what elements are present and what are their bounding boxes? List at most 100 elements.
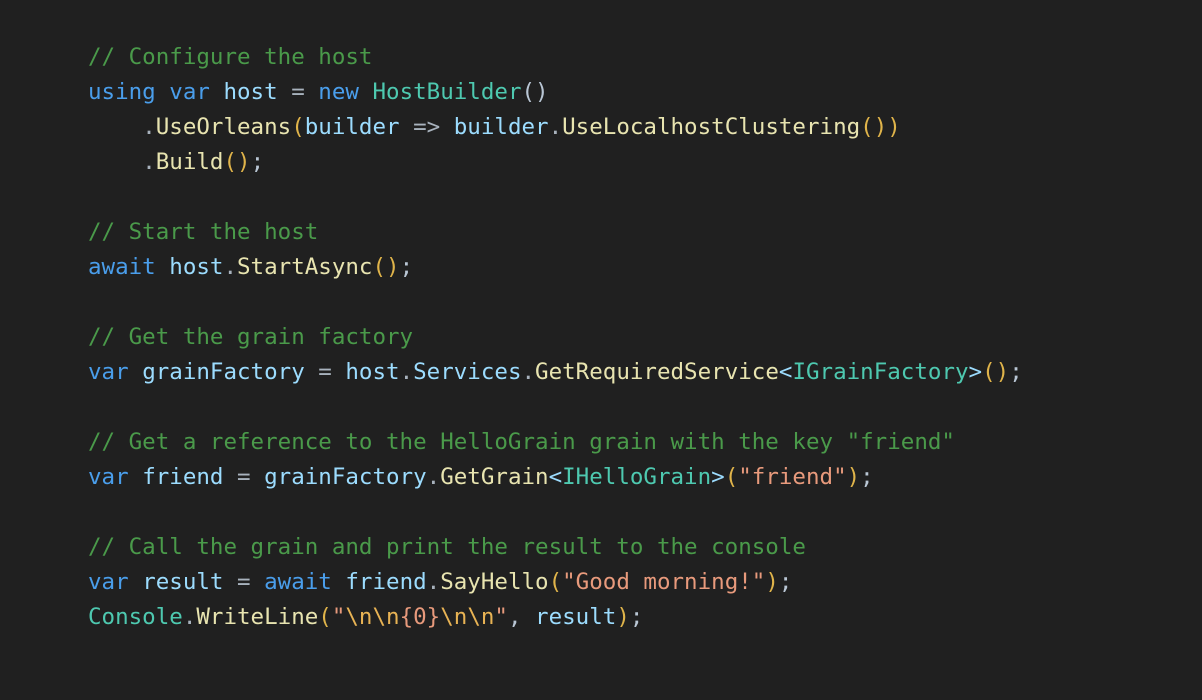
code-token-keyword: var — [169, 79, 210, 105]
code-token-var: friend — [142, 464, 224, 490]
code-token-var: host — [345, 359, 400, 385]
code-token-comment: // Get the grain factory — [88, 324, 414, 350]
code-token-comment: // Configure the host — [88, 44, 373, 70]
code-token-method: WriteLine — [196, 604, 319, 630]
code-token-op: => — [413, 114, 441, 140]
code-token-keyword: new — [318, 79, 359, 105]
code-token-punct: ) — [535, 79, 549, 105]
code-token-punct: ; — [1009, 359, 1023, 385]
code-token-method: GetGrain — [440, 464, 549, 490]
code-line: // Get a reference to the HelloGrain gra… — [88, 425, 1202, 460]
code-token-escape: \n — [345, 604, 373, 630]
code-token-type: IGrainFactory — [792, 359, 969, 385]
code-token-keyword: var — [88, 359, 129, 385]
code-token-op: . — [426, 464, 441, 490]
code-token-paren: ( — [548, 569, 563, 595]
code-line: // Call the grain and print the result t… — [88, 530, 1202, 565]
code-token-var: builder — [453, 114, 549, 140]
code-token-op: = — [318, 359, 332, 385]
code-token-op: . — [521, 359, 536, 385]
code-token-keyword: var — [88, 464, 129, 490]
code-token-op: = — [237, 569, 251, 595]
code-token-paren: ) — [765, 569, 779, 595]
code-token-method: StartAsync — [237, 254, 373, 280]
code-token-var: < — [778, 359, 793, 385]
code-token-string: " — [331, 604, 346, 630]
code-token-punct: , — [507, 604, 522, 630]
code-block: // Configure the host using var host = ne… — [88, 40, 1202, 635]
code-token-var: > — [711, 464, 725, 490]
code-token-comment: // Get a reference to the HelloGrain gra… — [88, 429, 955, 455]
code-token-string: {0} — [399, 604, 441, 630]
code-token-punct: ( — [521, 79, 536, 105]
code-line: Console.WriteLine("\n\n{0}\n\n", result)… — [88, 600, 1202, 635]
code-token-op: . — [223, 254, 238, 280]
code-token-op: = — [291, 79, 305, 105]
code-token-op: . — [142, 149, 156, 175]
code-token-var: host — [169, 254, 224, 280]
code-token-type: HostBuilder — [372, 79, 522, 105]
code-token-keyword: var — [88, 569, 129, 595]
code-token-keyword: await — [88, 254, 156, 280]
code-token-punct: ; — [860, 464, 874, 490]
code-token-escape: \n — [372, 604, 400, 630]
code-token-paren: ) — [887, 114, 901, 140]
code-line: // Start the host — [88, 215, 1202, 250]
code-token-paren: ( — [223, 149, 238, 175]
code-line: // Configure the host — [88, 40, 1202, 75]
code-token-paren: ( — [372, 254, 387, 280]
code-token-var: result — [535, 604, 617, 630]
code-token-paren: ) — [386, 254, 400, 280]
code-token-method: SayHello — [440, 569, 549, 595]
code-line: var grainFactory = host.Services.GetRequ… — [88, 355, 1202, 390]
code-line: var friend = grainFactory.GetGrain<IHell… — [88, 460, 1202, 495]
code-token-paren: ) — [995, 359, 1010, 385]
code-token-keyword: using — [88, 79, 156, 105]
code-token-comment: // Start the host — [88, 219, 319, 245]
code-token-string: "friend" — [738, 464, 847, 490]
code-token-punct: ; — [629, 604, 644, 630]
code-line: using var host = new HostBuilder() — [88, 75, 1202, 110]
code-token-var: result — [142, 569, 224, 595]
code-token-escape: \n — [440, 604, 468, 630]
code-token-method: UseOrleans — [155, 114, 292, 140]
code-token-keyword: await — [264, 569, 332, 595]
code-token-paren: ( — [724, 464, 739, 490]
code-token-comment: // Call the grain and print the result t… — [88, 534, 806, 560]
code-token-var: friend — [345, 569, 427, 595]
code-token-paren: ( — [982, 359, 996, 385]
code-token-punct: ; — [778, 569, 793, 595]
code-token-var: < — [548, 464, 563, 490]
code-token-paren: ) — [846, 464, 861, 490]
code-editor-surface: // Configure the host using var host = ne… — [0, 0, 1202, 700]
code-token-paren: ( — [318, 604, 332, 630]
code-token-var: grainFactory — [142, 359, 305, 385]
code-line: var result = await friend.SayHello("Good… — [88, 565, 1202, 600]
code-token-punct: ; — [250, 149, 265, 175]
code-token-method: UseLocalhostClustering — [562, 114, 861, 140]
code-token-type: IHelloGrain — [562, 464, 712, 490]
code-token-paren: ( — [291, 114, 305, 140]
code-token-var: > — [968, 359, 983, 385]
code-line: .UseOrleans(builder => builder.UseLocalh… — [88, 110, 1202, 145]
code-token-punct: ; — [399, 254, 414, 280]
code-token-op: . — [182, 604, 197, 630]
